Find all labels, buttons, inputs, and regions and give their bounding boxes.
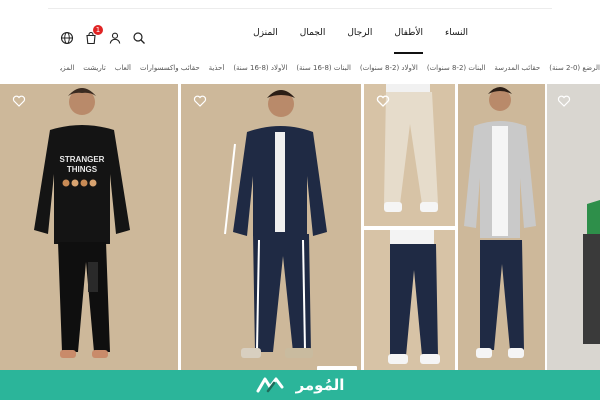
sub-nav-girls-8-16[interactable]: البنات (8-16 سنة) (296, 64, 351, 80)
sub-nav-boys-8-16[interactable]: الأولاد (8-16 سنة) (233, 64, 287, 80)
header-icons: 1 (60, 25, 146, 46)
cart-icon[interactable]: 1 (84, 25, 103, 45)
product-card-navy-trousers[interactable] (364, 230, 455, 372)
wishlist-heart-icon[interactable] (557, 94, 571, 108)
brand-logo-icon (256, 377, 284, 393)
wishlist-heart-icon[interactable] (193, 94, 207, 108)
product-image-navy-tracksuit (181, 84, 361, 372)
product-card-grey-hoodie[interactable] (458, 84, 545, 372)
sub-nav-tshirt[interactable]: تاريشت (83, 64, 106, 80)
sub-nav-babies[interactable]: الرضع (0-2 سنة) (549, 64, 600, 80)
cart-count-badge: 1 (93, 25, 103, 35)
product-image-navy-trousers (364, 230, 455, 372)
sub-nav-boys-2-8[interactable]: الأولاد (2-8 سنوات) (360, 64, 418, 80)
main-navigation: النساء الأطفال الرجال الجمال المنزل (250, 28, 468, 54)
nav-home[interactable]: المنزل (253, 28, 278, 48)
sub-nav-girls-2-8[interactable]: البنات (2-8 سنوات) (427, 64, 486, 80)
brand-name: المُومر (295, 376, 345, 394)
search-icon[interactable] (132, 31, 146, 45)
sub-nav-bags-accessories[interactable]: حقائب واكسسوارات (140, 64, 200, 80)
product-card-navy-tracksuit[interactable] (181, 84, 361, 372)
product-image-stranger-things: STRANGER THINGS (0, 84, 178, 372)
product-card-partial[interactable] (547, 84, 600, 372)
sub-nav-toys[interactable]: ألعاب (115, 64, 131, 80)
nav-men[interactable]: الرجال (347, 28, 372, 48)
nav-women[interactable]: النساء (445, 28, 468, 48)
nav-kids[interactable]: الأطفال (394, 28, 423, 54)
header-divider (48, 8, 552, 9)
product-grid: STRANGER THINGS (0, 84, 600, 372)
wishlist-heart-icon[interactable] (376, 94, 390, 108)
product-image-grey-hoodie (458, 84, 545, 372)
sub-nav-school-bags[interactable]: حقائب المدرسة (494, 64, 540, 80)
print-text-line2: THINGS (67, 165, 98, 174)
user-icon[interactable] (108, 31, 122, 45)
print-text-line1: STRANGER (60, 155, 105, 164)
brand-banner: المُومر (0, 370, 600, 400)
language-icon[interactable] (60, 31, 74, 45)
site-header: 1 النساء الأطفال الرجال الجمال المنزل (0, 0, 600, 58)
product-card-stranger-things[interactable]: STRANGER THINGS (0, 84, 178, 372)
product-image-partial (547, 84, 600, 372)
wishlist-heart-icon[interactable] (12, 94, 26, 108)
sub-nav-shoes[interactable]: أحذية (209, 64, 225, 80)
nav-beauty[interactable]: الجمال (300, 28, 326, 48)
sub-navigation: الرضع (0-2 سنة) حقائب المدرسة البنات (2-… (60, 64, 600, 80)
sub-nav-more[interactable]: المزيد (60, 64, 74, 80)
